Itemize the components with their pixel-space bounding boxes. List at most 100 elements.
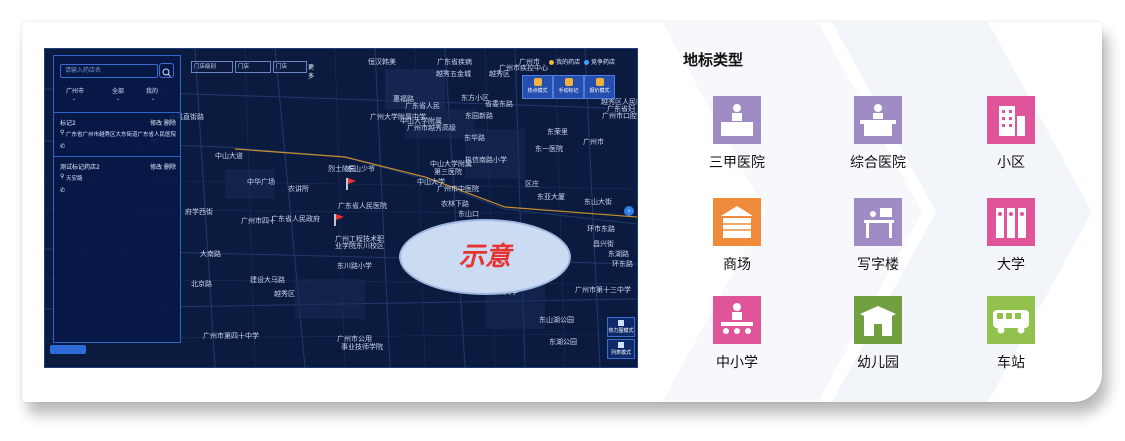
map-place-label: 建设大马路 [250, 276, 285, 284]
collapse-toggle[interactable]: ‹ [624, 206, 634, 216]
landmark-item: 三甲医院 [687, 96, 787, 172]
list-mode-button[interactable]: 列表模式 [607, 339, 635, 359]
grid-icon [618, 320, 624, 326]
filter-dropdown[interactable]: 门店 [273, 61, 307, 73]
hospital-desk-icon [713, 96, 761, 144]
university-books-icon [987, 198, 1035, 246]
legend-dot [549, 60, 555, 65]
chevron-down-icon: ⌄ [151, 96, 156, 102]
mall-building-icon [713, 198, 761, 246]
map-place-label: 广东省人民政府 [271, 215, 320, 223]
map-place-label: 东一医院 [535, 145, 563, 153]
landmark-label: 中小学 [716, 355, 758, 371]
landmark-label: 幼儿园 [857, 355, 899, 371]
map-logo [50, 345, 86, 354]
map-place-label: 越秀区 [274, 290, 295, 298]
tab-city[interactable]: 广州市 [66, 86, 84, 95]
map-place-label: 广东省疾病 [437, 58, 472, 66]
map-place-label: 东川路小学 [337, 262, 372, 270]
edit-delete-links[interactable]: 修改 删除 [150, 118, 176, 127]
landmark-item: 综合医院 [828, 96, 928, 172]
map-place-label: 省委东路 [485, 100, 513, 108]
flag-marker-icon[interactable] [333, 213, 345, 227]
hotspot-mode-button[interactable]: 热点模式 [522, 75, 553, 99]
search-input[interactable]: 请输入药店名 [60, 64, 158, 78]
phone-icon: ✆ [60, 143, 66, 150]
office-desk-icon [854, 198, 902, 246]
map-view[interactable]: 恒汉韩美广东省疾病越秀五金城越秀区广州市疾控中心广州市越秀区人民医院广东省妇东方… [44, 48, 638, 368]
map-place-label: 广州市四十 [241, 217, 276, 225]
map-place-label: 区庄 [525, 180, 539, 188]
map-place-label: 农林下路 [441, 200, 469, 208]
list-icon [618, 342, 624, 348]
map-place-label: 环市东路 [587, 225, 615, 233]
station-bus-icon [987, 296, 1035, 344]
list-item[interactable]: 测试标记药店2 修改 删除 ⚲ 天安路 ✆ [60, 162, 176, 198]
legend-label: 我的药店 [556, 59, 581, 66]
map-place-label: 大南路 [200, 250, 221, 258]
tab-mine[interactable]: 我的 [146, 86, 158, 95]
school-teacher-icon [713, 296, 761, 344]
tab-all[interactable]: 全部 [112, 86, 124, 95]
heatmap-mode-button[interactable]: 热力图模式 [607, 317, 635, 337]
quote-mode-button[interactable]: 报价模式 [584, 75, 615, 99]
landmark-item: 中小学 [687, 296, 787, 372]
button-label: 热力图模式 [608, 328, 634, 334]
map-place-label: 广东省人民医院 [338, 202, 387, 210]
legend-label: 竞争药店 [590, 59, 615, 66]
map-place-label: 中山大道 [215, 152, 243, 160]
pin-icon [564, 78, 573, 86]
map-place-label: 昌兴街 [593, 240, 614, 248]
map-place-label: 执信南路小学 [465, 156, 507, 164]
map-place-label: 东山湖公园 [539, 316, 574, 324]
map-place-label: 广州市第十三中学 [575, 286, 631, 294]
map-place-label: 广州市 [583, 138, 604, 146]
flag-marker-icon[interactable] [345, 177, 357, 191]
edit-delete-links[interactable]: 修改 删除 [150, 162, 176, 171]
search-button[interactable] [159, 63, 174, 78]
landmark-label: 商场 [723, 257, 751, 273]
section-title: 地标类型 [683, 51, 744, 69]
map-place-label: 东湖公园 [549, 338, 577, 346]
legend-dot [583, 60, 589, 65]
landmark-item: 写字楼 [828, 198, 928, 274]
landmark-label: 综合医院 [850, 155, 906, 171]
map-place-label: 府学西街 [185, 208, 213, 216]
result-address: 广东省广州市越秀区大东街道广东省人民医院 [66, 132, 177, 138]
filter-dropdown[interactable]: 门店级别 [191, 61, 233, 73]
landmark-label: 大学 [997, 257, 1025, 273]
map-place-label: 东华路 [464, 134, 485, 142]
clinic-desk-icon [854, 96, 902, 144]
map-place-label: 东荣里 [547, 128, 568, 136]
map-place-label: 惠福路 [393, 95, 414, 103]
manual-mark-button[interactable]: 手动标记 [553, 75, 584, 99]
button-label: 报价模式 [589, 88, 610, 94]
map-place-label: 北京路 [191, 280, 212, 288]
location-pin-icon: ⚲ [60, 129, 65, 136]
hand-icon [533, 78, 542, 86]
map-legend: 我的药店 竞争药店 [549, 57, 615, 66]
landmark-label: 三甲医院 [709, 155, 765, 171]
search-icon [162, 68, 171, 77]
more-filters-link[interactable]: 更多 [308, 62, 314, 80]
map-place-label: 广州市 [519, 58, 540, 66]
divider [54, 112, 180, 113]
filter-dropdown[interactable]: 门店 [235, 61, 271, 73]
location-pin-icon: ⚲ [60, 173, 65, 180]
map-place-label: 越秀五金城 [436, 70, 471, 78]
search-panel: 请输入药店名 广州市 全部 我的 ⌄ ⌄ ⌄ 标记2 修改 删除 ⚲ 广东省广州… [53, 55, 181, 343]
chevron-down-icon: ⌄ [72, 96, 77, 102]
button-label: 热点模式 [527, 88, 548, 94]
landmark-label: 写字楼 [857, 257, 899, 273]
phone-icon: ✆ [60, 187, 66, 194]
map-place-label: 广州市口腔 [602, 112, 637, 120]
landmark-item: 商场 [687, 198, 787, 274]
landmark-label: 小区 [997, 155, 1025, 171]
illustration-overlay: 示意 [399, 219, 571, 295]
list-item[interactable]: 标记2 修改 删除 ⚲ 广东省广州市越秀区大东街道广东省人民医院 ✆ [60, 118, 176, 154]
tag-icon [595, 78, 604, 86]
map-place-label: 广州市越秀高级 [407, 124, 456, 132]
map-place-label: 东山大街 [584, 198, 612, 206]
result-address: 天安路 [66, 176, 83, 182]
map-place-label: 广州市第四十中学 [203, 332, 259, 340]
